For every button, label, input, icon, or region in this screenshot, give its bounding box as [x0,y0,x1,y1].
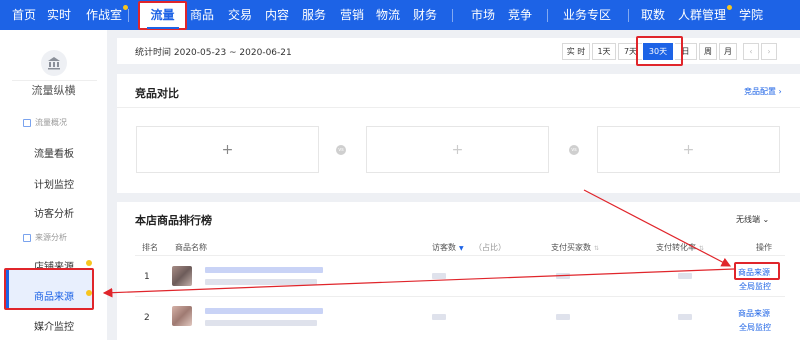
annotation-arrows [102,189,735,298]
annotation-arrow [583,189,732,267]
annotation-arrow [102,268,735,298]
